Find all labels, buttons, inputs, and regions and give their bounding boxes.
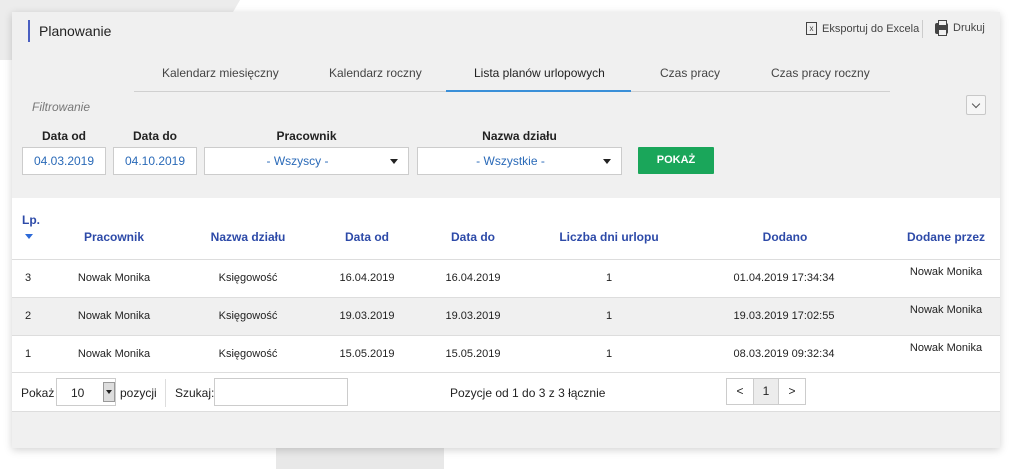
cell-lp: 3 bbox=[25, 272, 32, 284]
page-length-select[interactable]: 10 bbox=[56, 378, 116, 406]
tab-work-time[interactable]: Czas pracy bbox=[660, 66, 720, 80]
cell-added-by: Nowak Monika bbox=[909, 266, 983, 278]
department-label: Nazwa działu bbox=[482, 129, 557, 143]
cell-date-to: 15.05.2019 bbox=[445, 348, 501, 360]
column-header-date-from[interactable]: Data od bbox=[317, 230, 417, 244]
cell-date-from: 19.03.2019 bbox=[339, 310, 395, 322]
column-header-lp[interactable]: Lp. bbox=[22, 213, 40, 227]
print-label: Drukuj bbox=[953, 22, 985, 34]
cell-date-to: 19.03.2019 bbox=[445, 310, 501, 322]
employee-select[interactable]: - Wszyscy - bbox=[204, 147, 409, 175]
cell-department: Księgowość bbox=[218, 272, 278, 284]
show-button[interactable]: POKAŻ bbox=[638, 147, 714, 174]
printer-icon bbox=[935, 19, 948, 36]
divider bbox=[922, 20, 923, 38]
excel-icon: x bbox=[806, 22, 817, 35]
column-header-date-to[interactable]: Data do bbox=[423, 230, 523, 244]
tab-monthly-calendar[interactable]: Kalendarz miesięczny bbox=[162, 66, 279, 80]
tab-leave-plans-list[interactable]: Lista planów urlopowych bbox=[474, 66, 605, 80]
leave-plans-table: Lp. Pracownik Nazwa działu Data od Data … bbox=[12, 198, 1000, 374]
date-to-input[interactable]: 04.10.2019 bbox=[113, 147, 197, 175]
divider bbox=[165, 379, 166, 407]
tab-yearly-work-time[interactable]: Czas pracy roczny bbox=[771, 66, 870, 80]
cell-employee: Nowak Monika bbox=[77, 310, 151, 322]
cell-department: Księgowość bbox=[218, 310, 278, 322]
cell-date-from: 15.05.2019 bbox=[339, 348, 395, 360]
filter-section-title: Filtrowanie bbox=[32, 100, 91, 114]
cell-date-from: 16.04.2019 bbox=[339, 272, 395, 284]
page-length-value: 10 bbox=[71, 386, 85, 400]
search-label: Szukaj: bbox=[175, 386, 215, 400]
date-from-label: Data od bbox=[41, 129, 86, 143]
column-header-added[interactable]: Dodano bbox=[735, 230, 835, 244]
pagination-info: Pozycje od 1 do 3 z 3 łącznie bbox=[450, 386, 606, 400]
chevron-down-icon[interactable] bbox=[103, 382, 115, 402]
table-row[interactable]: 1 Nowak Monika Księgowość 15.05.2019 15.… bbox=[12, 336, 1000, 374]
print-button[interactable]: Drukuj bbox=[935, 19, 985, 36]
table-row[interactable]: 3 Nowak Monika Księgowość 16.04.2019 16.… bbox=[12, 260, 1000, 298]
column-header-department[interactable]: Nazwa działu bbox=[198, 230, 298, 244]
export-excel-label: Eksportuj do Excela bbox=[822, 22, 920, 35]
cell-lp: 1 bbox=[25, 348, 32, 360]
page-title: Planowanie bbox=[28, 20, 111, 42]
cell-employee: Nowak Monika bbox=[77, 348, 151, 360]
table-footer: Pokaż 10 pozycji Szukaj: Pozycje od 1 do… bbox=[12, 372, 1000, 412]
cell-department: Księgowość bbox=[218, 348, 278, 360]
next-page-button[interactable]: > bbox=[779, 379, 805, 404]
planning-panel: Planowanie x Eksportuj do Excela Drukuj … bbox=[12, 12, 1000, 448]
table-row[interactable]: 2 Nowak Monika Księgowość 19.03.2019 19.… bbox=[12, 298, 1000, 336]
previous-page-button[interactable]: < bbox=[727, 379, 753, 404]
cell-date-to: 16.04.2019 bbox=[445, 272, 501, 284]
cell-leave-days: 1 bbox=[605, 310, 613, 322]
active-tab-indicator bbox=[446, 90, 631, 92]
cell-leave-days: 1 bbox=[605, 272, 613, 284]
department-select[interactable]: - Wszystkie - bbox=[417, 147, 622, 175]
cell-added-by: Nowak Monika bbox=[909, 304, 983, 316]
page-length-label: Pokaż bbox=[21, 386, 55, 400]
column-header-added-by[interactable]: Dodane przez bbox=[896, 230, 996, 244]
pagination: < 1 > bbox=[726, 378, 806, 405]
column-header-leave-days[interactable]: Liczba dni urlopu bbox=[544, 230, 674, 244]
sort-desc-icon[interactable] bbox=[25, 234, 33, 239]
date-to-label: Data do bbox=[132, 129, 177, 143]
cell-added: 08.03.2019 09:32:34 bbox=[733, 348, 835, 360]
cell-leave-days: 1 bbox=[605, 348, 613, 360]
cell-employee: Nowak Monika bbox=[77, 272, 151, 284]
employee-label: Pracownik bbox=[276, 129, 337, 143]
cell-added-by: Nowak Monika bbox=[909, 342, 983, 354]
column-header-employee[interactable]: Pracownik bbox=[64, 230, 164, 244]
export-excel-button[interactable]: x Eksportuj do Excela bbox=[806, 22, 919, 35]
date-from-input[interactable]: 04.03.2019 bbox=[22, 147, 106, 175]
table-header: Lp. Pracownik Nazwa działu Data od Data … bbox=[12, 198, 1000, 260]
panel-header: Planowanie x Eksportuj do Excela Drukuj bbox=[12, 12, 1000, 50]
entries-label: pozycji bbox=[120, 386, 157, 400]
cell-added: 01.04.2019 17:34:34 bbox=[733, 272, 835, 284]
cell-added: 19.03.2019 17:02:55 bbox=[733, 310, 835, 322]
collapse-filter-button[interactable] bbox=[966, 95, 986, 115]
search-input[interactable] bbox=[214, 378, 348, 406]
cell-lp: 2 bbox=[25, 310, 32, 322]
tab-yearly-calendar[interactable]: Kalendarz roczny bbox=[329, 66, 422, 80]
tab-bar: Kalendarz miesięczny Kalendarz roczny Li… bbox=[134, 60, 890, 92]
page-1-button[interactable]: 1 bbox=[753, 379, 779, 404]
